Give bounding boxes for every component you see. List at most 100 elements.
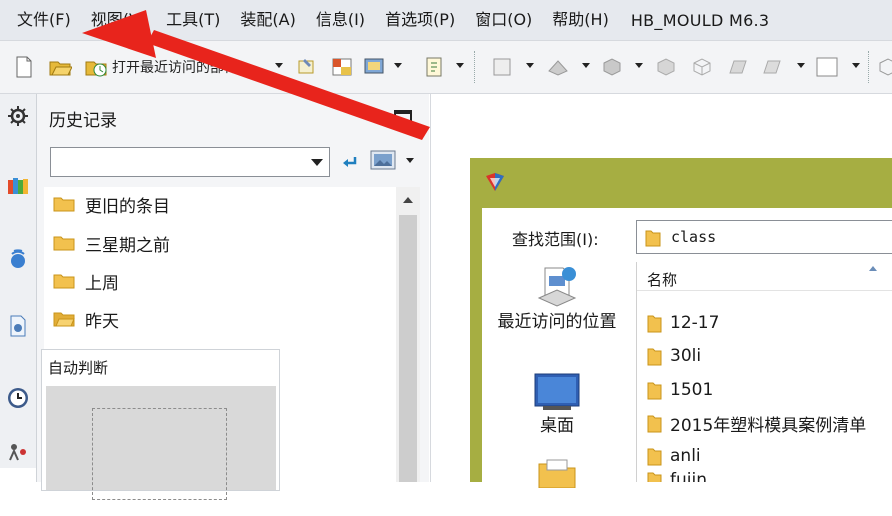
place-libraries[interactable] [482, 458, 632, 492]
open-folder-icon[interactable] [48, 55, 72, 79]
scrollbar[interactable] [396, 187, 420, 482]
open-recent-parts-label[interactable]: 打开最近访问的部件 [112, 57, 238, 77]
sort-ascending-icon [869, 266, 877, 271]
window-icon[interactable] [362, 55, 386, 79]
list-item[interactable]: 三星期之前 [44, 227, 170, 259]
list-item-label: 昨天 [85, 311, 119, 332]
file-name: 30li [670, 346, 702, 366]
dropdown-caret-icon[interactable] [275, 63, 283, 68]
nx-logo-icon [486, 173, 504, 191]
dropdown-caret-icon[interactable] [406, 158, 414, 163]
history-clock-icon[interactable] [6, 386, 30, 410]
list-item[interactable]: 昨天 [44, 303, 119, 335]
file-row[interactable]: fujin [647, 470, 707, 482]
part-document-icon[interactable] [6, 314, 30, 338]
scroll-thumb[interactable] [399, 215, 417, 482]
clipboard-icon[interactable] [422, 55, 446, 79]
dropdown-caret-icon[interactable] [456, 63, 464, 68]
toolbar-separator [868, 51, 870, 83]
scroll-up-icon[interactable] [403, 197, 413, 203]
menu-help[interactable]: 帮助(H) [542, 0, 619, 40]
file-row[interactable]: 30li [647, 343, 701, 369]
table-icon[interactable] [330, 55, 354, 79]
solid-cube-icon[interactable] [654, 55, 678, 79]
dialog-body: 查找范围(I): class 最近访问的位置 桌面 名称 12-17 30li … [482, 208, 892, 489]
dropdown-caret-icon[interactable] [852, 63, 860, 68]
file-row[interactable]: 2015年塑料模具案例清单 [647, 410, 866, 436]
shaded-cube-icon[interactable] [600, 55, 624, 79]
app-title: HB_MOULD M6.3 [630, 10, 770, 30]
place-label: 桌面 [540, 416, 574, 436]
resource-bar [0, 94, 37, 516]
menu-preferences[interactable]: 首选项(P) [375, 0, 465, 40]
preview-placeholder [92, 408, 227, 500]
dropdown-caret-icon[interactable] [394, 63, 402, 68]
menu-tools[interactable]: 工具(T) [156, 0, 230, 40]
open-file-dialog: 查找范围(I): class 最近访问的位置 桌面 名称 12-17 30li … [470, 158, 892, 489]
file-row[interactable]: 1501 [647, 377, 713, 403]
dropdown-caret-icon[interactable] [526, 63, 534, 68]
web-browser-icon[interactable] [6, 246, 30, 270]
dropdown-caret-icon[interactable] [797, 63, 805, 68]
menu-window[interactable]: 窗口(O) [465, 0, 542, 40]
maximize-icon[interactable] [394, 110, 412, 128]
places-bar: 最近访问的位置 桌面 [482, 258, 632, 489]
new-file-icon[interactable] [12, 55, 36, 79]
wrench-icon[interactable] [295, 55, 319, 79]
folder-icon [647, 472, 662, 482]
look-in-value: class [671, 228, 717, 246]
history-path-dropdown[interactable] [50, 147, 330, 177]
file-row[interactable]: 12-17 [647, 310, 719, 336]
plane-icon[interactable] [726, 55, 750, 79]
place-desktop[interactable]: 桌面 [482, 372, 632, 436]
folder-icon [53, 274, 75, 289]
color-swatch-icon[interactable] [815, 55, 839, 79]
place-label: 最近访问的位置 [497, 312, 617, 332]
folder-icon [647, 415, 662, 433]
list-item[interactable]: 更旧的条目 [44, 188, 170, 220]
chevron-down-icon[interactable] [311, 159, 323, 166]
menu-file[interactable]: 文件(F) [0, 0, 81, 40]
file-row[interactable]: anli [647, 443, 701, 469]
file-name: anli [670, 446, 701, 466]
dropdown-caret-icon[interactable] [635, 63, 643, 68]
history-panel: 历史记录 更旧的条目 三星期之前 上周 昨天 自动判断 [37, 94, 429, 500]
dropdown-caret-icon[interactable] [582, 63, 590, 68]
file-name: 2015年塑料模具案例清单 [670, 415, 867, 436]
section-plane-icon[interactable] [760, 55, 784, 79]
box-icon[interactable] [876, 55, 892, 79]
folder-icon [647, 382, 662, 400]
file-name: 1501 [670, 380, 714, 400]
list-item-label: 更旧的条目 [85, 196, 170, 217]
orient-view-icon[interactable] [546, 55, 570, 79]
view-style-icon[interactable] [370, 148, 396, 172]
back-arrow-icon[interactable] [341, 153, 359, 171]
menu-assembly[interactable]: 装配(A) [230, 0, 305, 40]
folder-icon [647, 448, 662, 466]
view-fit-icon[interactable] [490, 55, 514, 79]
file-name: fujin [670, 470, 707, 482]
active-tab-bg [0, 468, 36, 516]
open-recent-icon[interactable] [84, 55, 108, 79]
menu-info[interactable]: 信息(I) [306, 0, 375, 40]
folder-open-icon [53, 312, 75, 327]
desktop-icon [534, 373, 580, 410]
column-header-name[interactable]: 名称 [637, 262, 892, 291]
folder-icon [53, 236, 75, 251]
roles-icon[interactable] [6, 440, 30, 464]
place-recent[interactable]: 最近访问的位置 [482, 264, 632, 332]
preview-area [46, 386, 276, 500]
menu-view[interactable]: 视图(V) [81, 0, 156, 40]
file-list: 名称 12-17 30li 1501 2015年塑料模具案例清单 anli fu… [636, 262, 892, 482]
toolbar-separator [474, 51, 476, 83]
column-header-label: 名称 [647, 271, 678, 289]
file-name: 12-17 [670, 313, 720, 333]
list-item-label: 三星期之前 [85, 235, 170, 256]
wireframe-cube-icon[interactable] [690, 55, 714, 79]
folder-icon [645, 230, 661, 247]
gear-icon[interactable] [6, 104, 30, 128]
preview-title: 自动判断 [48, 359, 109, 377]
list-item[interactable]: 上周 [44, 265, 119, 297]
assembly-navigator-icon[interactable] [6, 174, 30, 198]
look-in-dropdown[interactable]: class [636, 220, 892, 254]
